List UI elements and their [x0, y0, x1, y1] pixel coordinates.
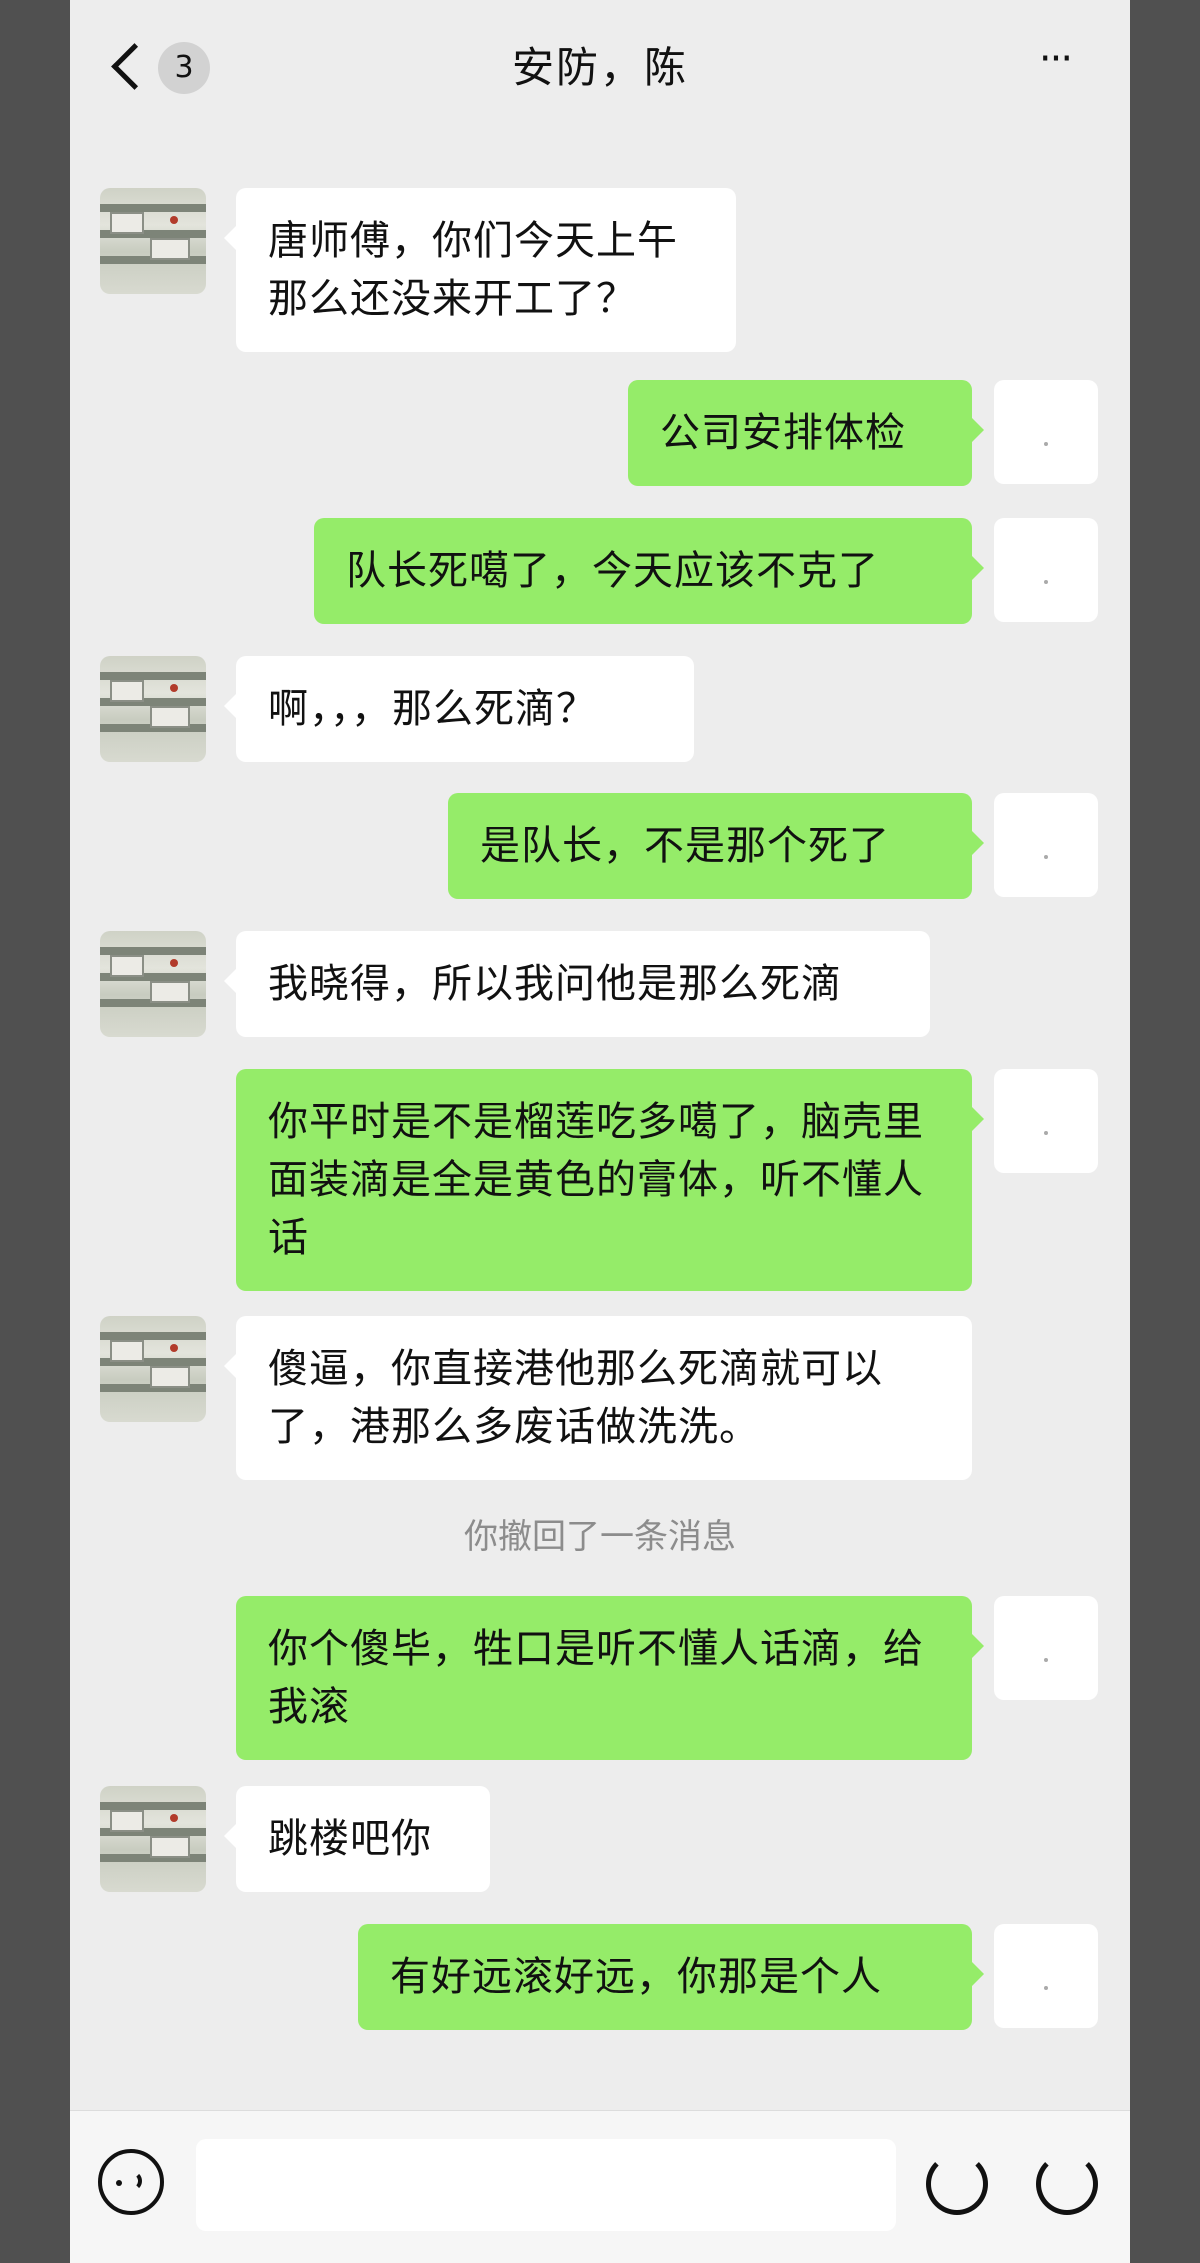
input-toolbar: [70, 2110, 1130, 2263]
chat-screen: 3 安防，陈 ··· 唐师傅，你们今天上午那么还没来开工了？ 公司安排体检 队长…: [70, 0, 1130, 2263]
contact-avatar[interactable]: [100, 656, 206, 762]
my-avatar[interactable]: [994, 793, 1098, 897]
chat-title: 安防，陈: [511, 43, 688, 92]
back-button[interactable]: 3: [106, 38, 210, 98]
unread-count-badge: 3: [158, 42, 210, 94]
my-avatar[interactable]: [994, 1069, 1098, 1173]
outgoing-message-bubble[interactable]: 你平时是不是榴莲吃多噶了，脑壳里面装滴是全是黄色的膏体，听不懂人话: [236, 1069, 984, 1291]
message-input[interactable]: [196, 2139, 896, 2231]
incoming-message-bubble[interactable]: 啊，，，那么死滴？: [224, 656, 694, 762]
incoming-message-bubble[interactable]: 跳楼吧你: [224, 1786, 490, 1892]
chat-header: 3 安防，陈 ···: [70, 0, 1130, 136]
outgoing-message-bubble[interactable]: 是队长，不是那个死了: [448, 793, 984, 899]
incoming-message-bubble[interactable]: 傻逼，你直接港他那么死滴就可以了，港那么多废话做洗洗。: [224, 1316, 972, 1480]
contact-avatar[interactable]: [100, 1316, 206, 1422]
outgoing-message-bubble[interactable]: 你个傻毕，牲口是听不懂人话滴，给我滚: [236, 1596, 984, 1760]
my-avatar[interactable]: [994, 518, 1098, 622]
incoming-message-bubble[interactable]: 我晓得，所以我问他是那么死滴: [224, 931, 930, 1037]
voice-icon[interactable]: [98, 2149, 164, 2215]
more-dots-icon[interactable]: ···: [1020, 39, 1090, 92]
incoming-message-bubble[interactable]: 唐师傅，你们今天上午那么还没来开工了？: [224, 188, 736, 352]
contact-avatar[interactable]: [100, 1786, 206, 1892]
plus-icon[interactable]: [1036, 2153, 1098, 2215]
my-avatar[interactable]: [994, 1924, 1098, 2028]
chevron-left-icon: [111, 43, 158, 90]
outgoing-message-bubble[interactable]: 有好远滚好远，你那是个人: [358, 1924, 984, 2030]
my-avatar[interactable]: [994, 1596, 1098, 1700]
outgoing-message-bubble[interactable]: 队长死噶了，今天应该不克了: [314, 518, 984, 624]
my-avatar[interactable]: [994, 380, 1098, 484]
recall-notice: 你撤回了一条消息: [464, 1517, 736, 1557]
contact-avatar[interactable]: [100, 931, 206, 1037]
contact-avatar[interactable]: [100, 188, 206, 294]
outgoing-message-bubble[interactable]: 公司安排体检: [628, 380, 984, 486]
emoji-icon[interactable]: [926, 2153, 988, 2215]
